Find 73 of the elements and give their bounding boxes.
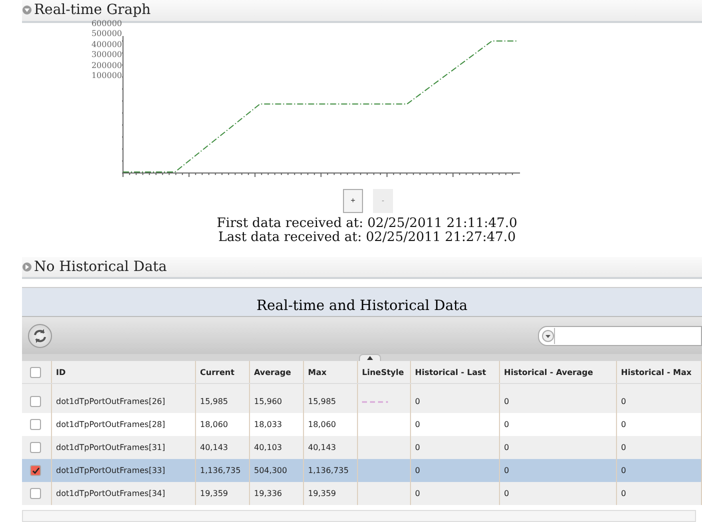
collapse-icon[interactable] [22,5,32,16]
table-cell: 15,960 [254,397,282,406]
column-header[interactable]: Current [196,361,250,383]
table-cell: 40,143 [308,443,336,452]
column-header[interactable]: Historical - Max [617,361,702,383]
table-cell: 0 [621,466,626,475]
section-title: Real-time Graph [34,2,151,18]
checkbox[interactable] [30,442,41,453]
table-cell: 0 [504,466,510,475]
checkbox[interactable] [30,419,41,430]
table-row[interactable]: dot1dTpPortOutFrames[26] 15,985 15,960 15,985 0 0 0 [22,390,702,413]
table-cell: 0 [504,420,510,429]
first-received-text: First data received at: 02/25/2011 21:11:47.0 [216,216,518,230]
caret-icon[interactable] [542,330,554,342]
table-cell: 40,143 [200,443,228,452]
splitter-handle[interactable] [358,354,380,361]
table-cell: dot1dTpPortOutFrames[28] [56,420,166,429]
table-cell: 0 [415,397,420,406]
table-cell: 0 [415,466,420,475]
column-header[interactable]: LineStyle [358,361,411,383]
table-cell: 18,033 [254,420,282,429]
table-cell: 0 [415,420,420,429]
table-cell: 0 [415,443,420,452]
table-row[interactable]: dot1dTpPortOutFrames[31] 40,143 40,103 40,143 0 0 0 [22,436,702,459]
table-cell: 0 [621,443,626,452]
table-cell: dot1dTpPortOutFrames[26] [56,397,166,406]
column-header[interactable]: ID [52,361,196,383]
horizontal-scrollbar[interactable] [22,510,696,522]
panel-title: Real-time and Historical Data [22,287,702,317]
table-cell: 15,985 [200,397,228,406]
table-cell: dot1dTpPortOutFrames[34] [56,489,166,498]
table-cell: 15,985 [308,397,336,406]
table-row[interactable]: dot1dTpPortOutFrames[34] 19,359 19,336 19,359 0 0 0 [22,482,702,505]
checkbox[interactable] [30,465,41,476]
section-title: No Historical Data [34,258,167,275]
expand-icon[interactable] [22,262,32,272]
axis-label: 300000 [91,50,122,60]
search-field[interactable] [538,326,702,346]
table-cell: 0 [621,420,626,429]
table-cell: 19,359 [200,489,228,498]
table-cell: 18,060 [200,420,228,429]
table-cell: 18,060 [308,420,336,429]
table-cell: 0 [504,489,510,498]
checkbox[interactable] [30,366,41,378]
table-cell: 0 [621,397,626,406]
refresh-icon [32,328,48,344]
table-cell: 0 [415,489,420,498]
checkbox[interactable] [30,488,41,499]
table-cell: 19,336 [254,489,282,498]
table-cell: 40,103 [254,443,282,452]
table-cell: dot1dTpPortOutFrames[33] [56,466,166,475]
refresh-button[interactable] [28,324,52,348]
column-header[interactable]: Historical - Average [500,361,617,383]
table-cell: 19,359 [308,489,336,498]
table-cell: 1,136,735 [200,466,241,475]
axis-label: 100000 [91,71,122,82]
column-header[interactable]: Max [304,361,358,383]
table-cell: 1,136,735 [308,466,349,475]
table-cell: 0 [504,443,510,452]
column-header[interactable]: Historical - Last [411,361,500,383]
axis-label: 500000 [91,29,122,40]
table-cell: 0 [504,397,510,406]
table-cell: 0 [621,489,626,498]
axis-label: 400000 [91,40,122,50]
table-row[interactable]: dot1dTpPortOutFrames[33] 1,136,735 504,300 1,136,735 0 0 0 [22,459,702,482]
table-cell: 504,300 [254,466,288,475]
axis-label: 200000 [91,60,122,71]
checkbox[interactable] [30,396,41,407]
last-received-text: Last data received at: 02/25/2011 21:27:47.0 [217,230,517,244]
table-cell: dot1dTpPortOutFrames[31] [56,443,166,452]
column-header[interactable]: Average [250,361,304,383]
zoom-button[interactable]: + [343,188,363,212]
section-header[interactable]: No Historical Data [22,256,702,279]
